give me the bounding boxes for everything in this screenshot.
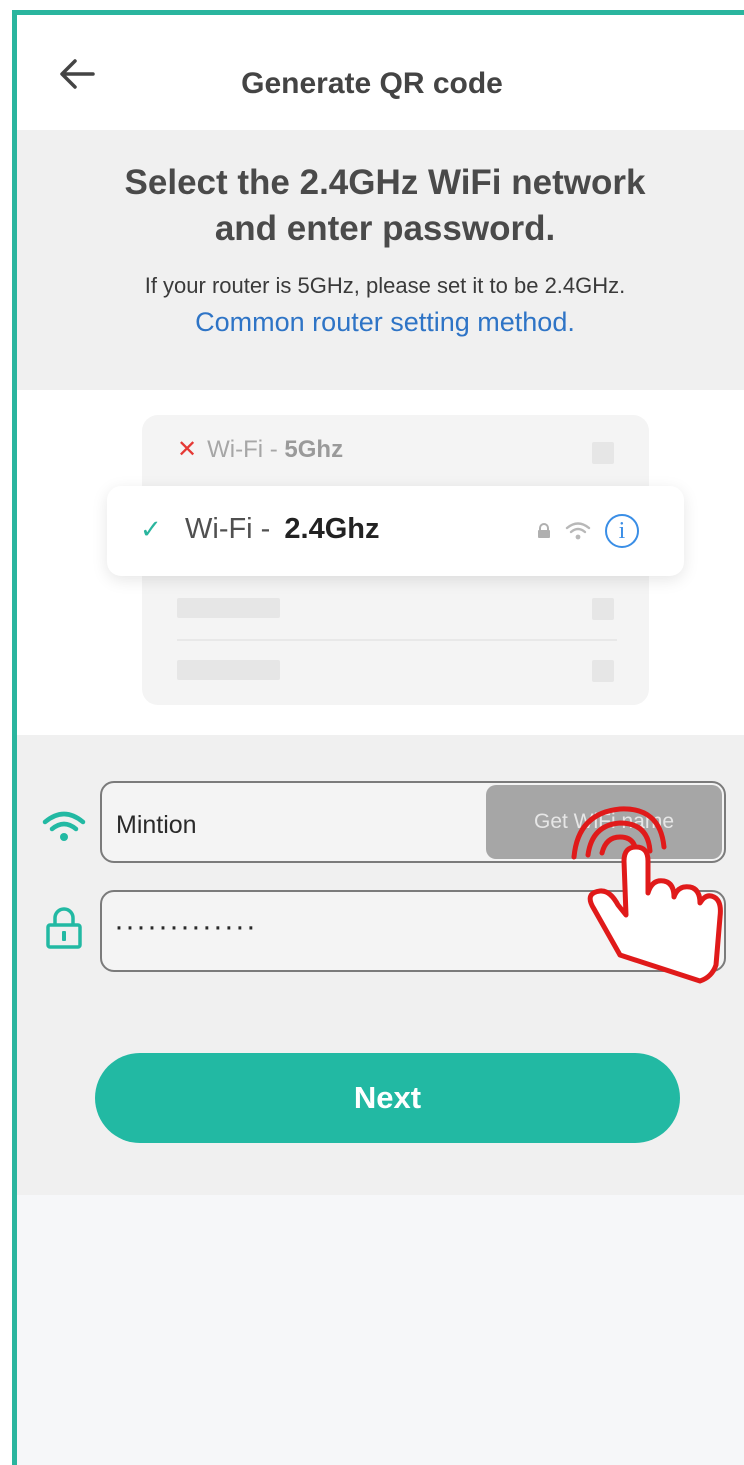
cross-icon: ✕ bbox=[177, 436, 198, 463]
lock-icon bbox=[46, 907, 82, 949]
headline-line-2: and enter password. bbox=[214, 209, 556, 248]
placeholder-square bbox=[592, 598, 614, 620]
router-setting-link[interactable]: Common router setting method. bbox=[40, 307, 730, 338]
check-icon: ✓ bbox=[140, 514, 162, 544]
placeholder-bar bbox=[177, 660, 280, 680]
placeholder-divider bbox=[177, 639, 617, 641]
network-24ghz-card: ✓ Wi-Fi - 2.4Ghz i bbox=[107, 486, 684, 576]
placeholder-square bbox=[592, 660, 614, 682]
lock-icon bbox=[538, 523, 550, 538]
network-status-icons: i bbox=[537, 514, 639, 548]
next-button[interactable]: Next bbox=[95, 1053, 680, 1143]
tap-hand-icon bbox=[571, 806, 723, 984]
app-frame: Generate QR code Select the 2.4GHz WiFi … bbox=[12, 10, 744, 1465]
headline-line-1: Select the 2.4GHz WiFi network bbox=[124, 163, 646, 202]
instruction-headline: Select the 2.4GHz WiFi network and enter… bbox=[60, 160, 710, 252]
wifi-signal-icon bbox=[565, 522, 591, 540]
instruction-section: Select the 2.4GHz WiFi network and enter… bbox=[17, 130, 744, 390]
network-5ghz-row: ✕ Wi-Fi - 5Ghz bbox=[177, 435, 343, 464]
placeholder-bar bbox=[177, 598, 280, 618]
network-24ghz-prefix: Wi-Fi - bbox=[185, 513, 279, 545]
router-note: If your router is 5GHz, please set it to… bbox=[144, 273, 626, 298]
wifi-name-input[interactable]: Mintion bbox=[116, 811, 197, 840]
network-5ghz-prefix: Wi-Fi - bbox=[207, 436, 285, 463]
page-title: Generate QR code bbox=[241, 67, 503, 100]
wifi-icon bbox=[42, 811, 86, 841]
network-24ghz-band: 2.4Ghz bbox=[284, 513, 380, 545]
top-bar: Generate QR code bbox=[17, 15, 744, 130]
info-icon[interactable]: i bbox=[605, 514, 639, 548]
placeholder-square bbox=[592, 442, 614, 464]
network-24ghz-label: Wi-Fi - 2.4Ghz bbox=[185, 513, 380, 546]
password-input[interactable]: ············· bbox=[114, 910, 257, 944]
network-5ghz-band: 5Ghz bbox=[284, 436, 344, 463]
bottom-area bbox=[17, 1195, 744, 1465]
network-illustration: ✕ Wi-Fi - 5Ghz ✓ Wi-Fi - 2.4Ghz i bbox=[17, 390, 744, 735]
